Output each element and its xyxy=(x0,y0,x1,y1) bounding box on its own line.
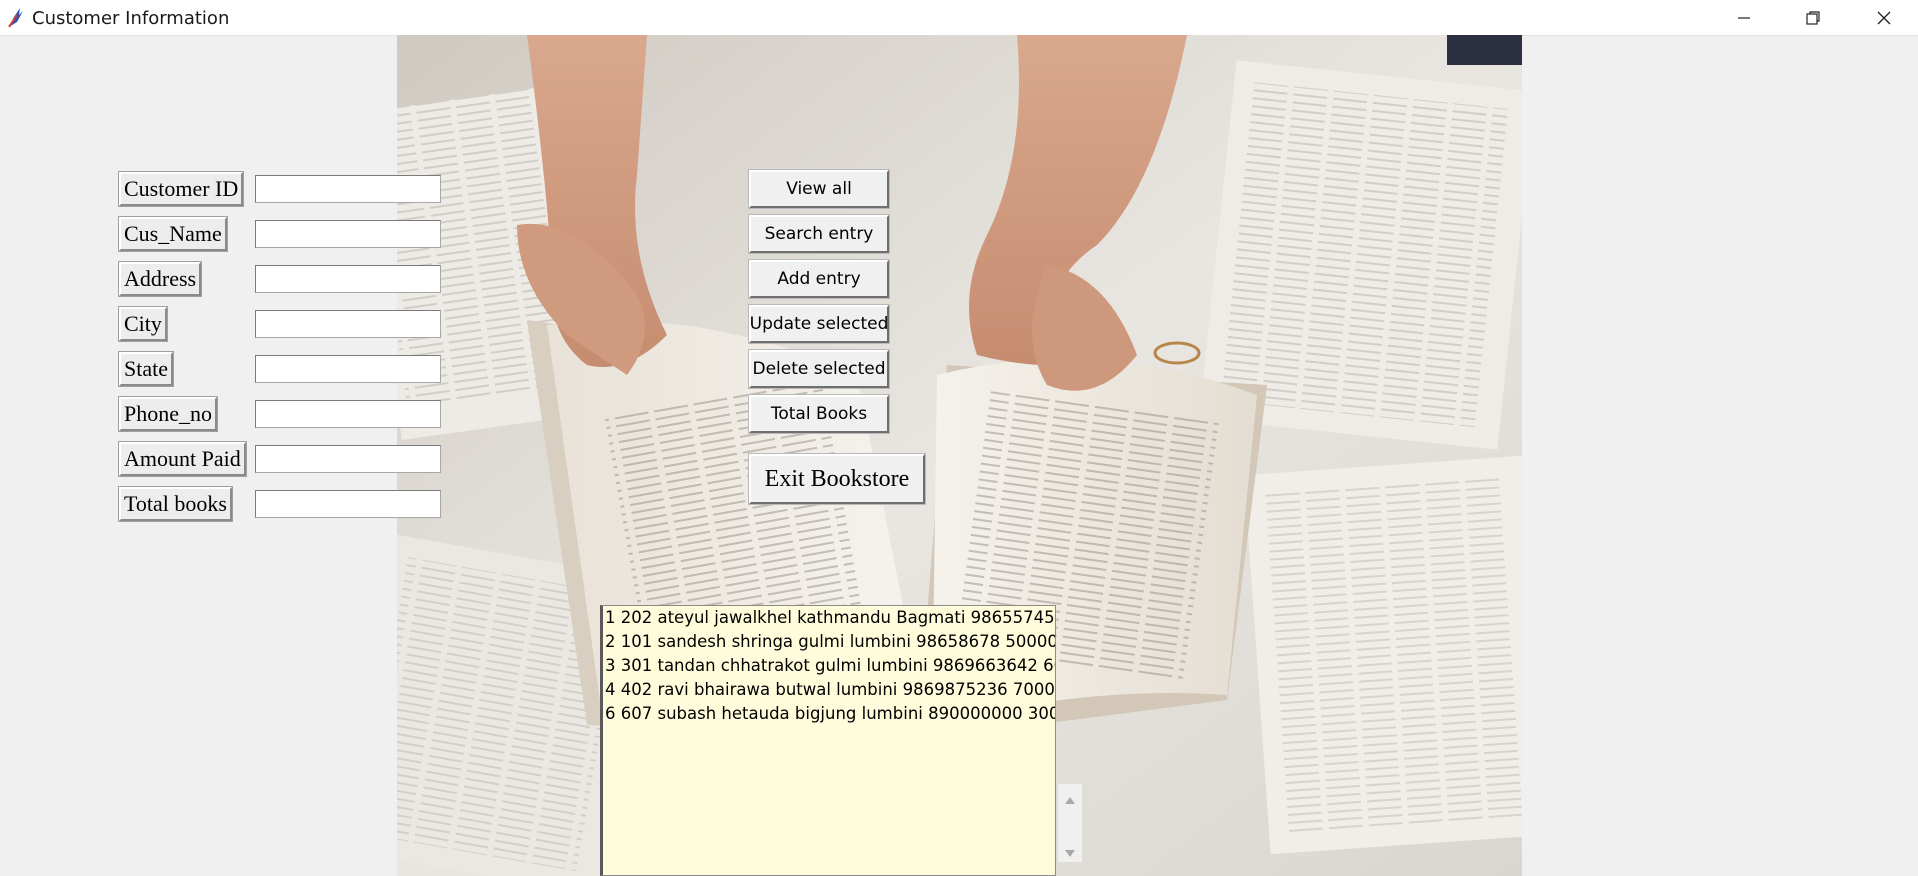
close-icon xyxy=(1876,10,1892,26)
total-books-input[interactable] xyxy=(255,490,441,518)
label-city: City xyxy=(118,306,168,342)
list-item[interactable]: 1 202 ateyul jawalkhel kathmandu Bagmati… xyxy=(603,606,1055,630)
search-entry-button[interactable]: Search entry xyxy=(748,214,890,254)
title-bar: Customer Information xyxy=(0,0,1918,36)
restore-button[interactable] xyxy=(1779,0,1847,35)
restore-icon xyxy=(1805,10,1821,26)
scroll-down-icon[interactable] xyxy=(1064,844,1076,857)
exit-bookstore-button[interactable]: Exit Bookstore xyxy=(748,453,926,505)
label-customer-id: Customer ID xyxy=(117,171,245,207)
phone-no-input[interactable] xyxy=(255,400,441,428)
label-cus-name: Cus_Name xyxy=(118,216,228,252)
list-item[interactable]: 6 607 subash hetauda bigjung lumbini 890… xyxy=(603,702,1055,726)
label-phone-no: Phone_no xyxy=(118,396,218,432)
cus-name-input[interactable] xyxy=(255,220,441,248)
customer-id-input[interactable] xyxy=(255,175,441,203)
label-amount-paid: Amount Paid xyxy=(118,441,247,477)
minimize-icon xyxy=(1736,10,1752,26)
amount-paid-input[interactable] xyxy=(255,445,441,473)
list-item[interactable]: 2 101 sandesh shringa gulmi lumbini 9865… xyxy=(603,630,1055,654)
close-button[interactable] xyxy=(1850,0,1918,35)
delete-selected-button[interactable]: Delete selected xyxy=(748,349,890,389)
view-all-button[interactable]: View all xyxy=(748,169,890,209)
window-title: Customer Information xyxy=(32,8,230,29)
label-state: State xyxy=(118,351,174,387)
scroll-up-icon[interactable] xyxy=(1064,790,1076,804)
total-books-button[interactable]: Total Books xyxy=(748,394,890,434)
label-total-books: Total books xyxy=(118,486,233,522)
city-input[interactable] xyxy=(255,310,441,338)
minimize-button[interactable] xyxy=(1710,0,1778,35)
label-address: Address xyxy=(117,261,203,297)
feather-icon xyxy=(5,5,27,29)
listbox-scrollbar[interactable] xyxy=(1057,784,1082,862)
add-entry-button[interactable]: Add entry xyxy=(748,259,890,299)
address-input[interactable] xyxy=(255,265,441,293)
records-listbox[interactable]: 1 202 ateyul jawalkhel kathmandu Bagmati… xyxy=(600,605,1056,876)
list-item[interactable]: 3 301 tandan chhatrakot gulmi lumbini 98… xyxy=(603,654,1055,678)
list-item[interactable]: 4 402 ravi bhairawa butwal lumbini 98698… xyxy=(603,678,1055,702)
update-selected-button[interactable]: Update selected xyxy=(748,304,890,344)
state-input[interactable] xyxy=(255,355,441,383)
